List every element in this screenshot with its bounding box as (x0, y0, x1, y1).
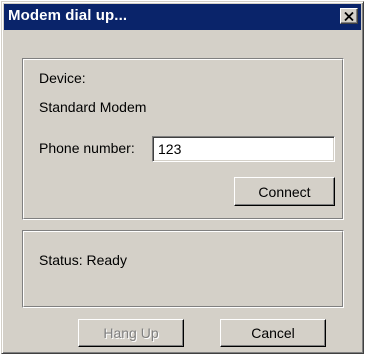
phone-number-label: Phone number: (39, 140, 135, 156)
close-icon (344, 11, 354, 21)
modem-dialog-window: Modem dial up... Device: Standard Modem … (1, 1, 364, 354)
window-title: Modem dial up... (8, 7, 128, 24)
cancel-button[interactable]: Cancel (220, 319, 326, 347)
device-label: Device: (39, 70, 86, 86)
phone-number-input[interactable] (152, 136, 335, 162)
title-bar[interactable]: Modem dial up... (4, 4, 361, 30)
connect-button[interactable]: Connect (234, 177, 335, 206)
hang-up-button[interactable]: Hang Up (78, 319, 184, 347)
status-groupbox (22, 230, 344, 308)
close-button[interactable] (340, 8, 358, 24)
device-name: Standard Modem (39, 99, 147, 115)
status-text: Status: Ready (39, 252, 127, 268)
